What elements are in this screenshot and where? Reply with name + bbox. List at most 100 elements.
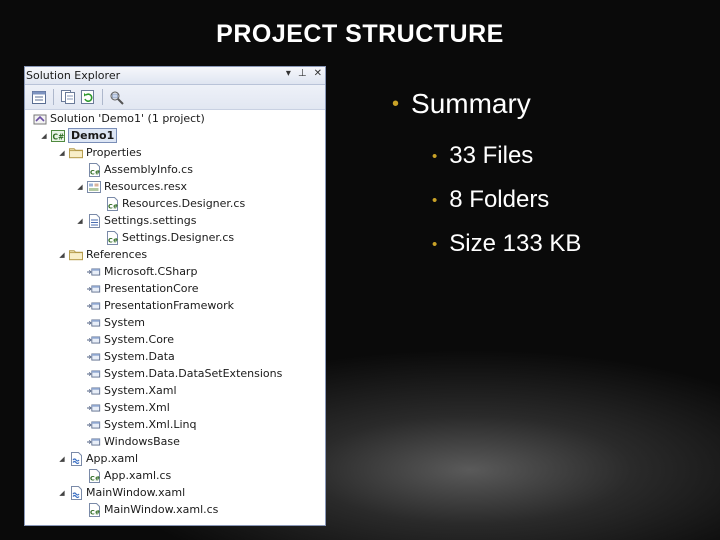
svg-text:C#: C# [108,236,118,244]
summary-item-size: • Size 133 KB [432,230,581,258]
reference-icon [87,299,101,313]
folder-icon [69,248,83,262]
expand-collapse-icon[interactable]: ◢ [57,455,67,463]
expand-collapse-icon[interactable]: ◢ [57,149,67,157]
tree-item[interactable]: C# MainWindow.xaml.cs [25,501,325,518]
tree-item-label: MainWindow.xaml [86,486,186,499]
tree-item-label: System.Xml [104,401,170,414]
cs-file-icon: C# [87,162,101,177]
tree-item[interactable]: WindowsBase [25,433,325,450]
close-icon[interactable]: ✕ [314,68,322,79]
tree-item-label: Settings.settings [104,214,197,227]
tree-item-label: Demo1 [68,128,118,143]
expand-collapse-icon[interactable]: ◢ [75,217,85,225]
tree-item[interactable]: System.Xaml [25,382,325,399]
expand-collapse-icon[interactable]: ◢ [39,132,49,140]
summary-item-folders: • 8 Folders [432,186,581,214]
summary-item-text: Size 133 KB [449,230,582,257]
reference-icon [87,401,101,415]
expand-collapse-icon[interactable]: ◢ [57,489,67,497]
tree-item-label: Resources.Designer.cs [122,197,246,210]
tree-item[interactable]: ◢ References [25,246,325,263]
tree-item[interactable]: C# Resources.Designer.cs [25,195,325,212]
slide-title: PROJECT STRUCTURE [0,20,720,49]
refresh-icon[interactable] [80,89,96,105]
summary-list: • Summary • 33 Files • 8 Folders • Size … [392,88,581,258]
pin-icon[interactable]: ⊥ [298,68,307,79]
toolbar-separator [102,89,103,105]
solution-tree: Solution 'Demo1' (1 project) ◢ C# Demo1 ◢ Pro… [25,110,325,518]
svg-text:C#: C# [90,168,100,176]
tree-item-label: System [104,316,146,329]
summary-item-files: • 33 Files [432,142,581,170]
tree-item[interactable]: System.Core [25,331,325,348]
tree-item-label: PresentationFramework [104,299,234,312]
tree-item[interactable]: Microsoft.CSharp [25,263,325,280]
properties-icon[interactable] [31,89,47,105]
tree-item[interactable]: ◢ Properties [25,144,325,161]
settings-file-icon [87,213,101,228]
xaml-file-icon [69,451,83,466]
cs-file-icon: C# [105,196,119,211]
tree-item-label: Properties [86,146,142,159]
tree-item[interactable]: Solution 'Demo1' (1 project) [25,110,325,127]
bullet-icon: • [432,235,438,253]
tree-item-label: Solution 'Demo1' (1 project) [50,112,205,125]
solution-explorer-panel: Solution Explorer ▾ ⊥ ✕ Solution 'Demo1'… [24,66,326,526]
reference-icon [87,367,101,381]
reference-icon [87,333,101,347]
tree-item[interactable]: ◢ Settings.settings [25,212,325,229]
summary-heading: • Summary [392,88,581,120]
tree-item[interactable]: System [25,314,325,331]
tree-item-label: App.xaml.cs [104,469,172,482]
expand-collapse-icon[interactable]: ◢ [57,251,67,259]
svg-text:C#: C# [90,474,100,482]
reference-icon [87,435,101,449]
tree-item[interactable]: System.Data [25,348,325,365]
csharp-project-icon: C# [51,129,65,143]
tree-item[interactable]: C# Settings.Designer.cs [25,229,325,246]
tree-item[interactable]: PresentationFramework [25,297,325,314]
xaml-file-icon [69,485,83,500]
tree-item-label: System.Data.DataSetExtensions [104,367,283,380]
reference-icon [87,282,101,296]
tree-item-label: Resources.resx [104,180,187,193]
expand-collapse-icon[interactable]: ◢ [75,183,85,191]
tree-item[interactable]: ◢ C# Demo1 [25,127,325,144]
dropdown-icon[interactable]: ▾ [286,68,291,79]
tree-item-label: System.Xaml [104,384,177,397]
bullet-icon: • [432,147,438,165]
tree-item-label: AssemblyInfo.cs [104,163,193,176]
bullet-icon: • [392,92,400,115]
tree-item[interactable]: System.Xml.Linq [25,416,325,433]
cs-file-icon: C# [87,502,101,517]
tree-item[interactable]: System.Data.DataSetExtensions [25,365,325,382]
cs-file-icon: C# [105,230,119,245]
tree-item-label: WindowsBase [104,435,180,448]
slide-title-text: PROJECT STRUCTURE [216,20,504,48]
summary-item-text: 8 Folders [449,186,550,213]
tree-item[interactable]: ◢ Resources.resx [25,178,325,195]
solution-explorer-titlebar[interactable]: Solution Explorer ▾ ⊥ ✕ [25,67,325,85]
svg-text:C#: C# [90,508,100,516]
tree-item[interactable]: C# App.xaml.cs [25,467,325,484]
svg-text:C#: C# [108,202,118,210]
tree-item-label: System.Core [104,333,174,346]
solution-explorer-title: Solution Explorer [26,69,121,82]
svg-text:C#: C# [53,132,65,141]
tree-item[interactable]: ◢ App.xaml [25,450,325,467]
show-all-files-icon[interactable] [60,89,76,105]
tree-item[interactable]: ◢ MainWindow.xaml [25,484,325,501]
view-class-diagram-icon[interactable] [109,89,125,105]
tree-item[interactable]: System.Xml [25,399,325,416]
reference-icon [87,384,101,398]
tree-item-label: PresentationCore [104,282,199,295]
tree-item[interactable]: PresentationCore [25,280,325,297]
reference-icon [87,350,101,364]
tree-item[interactable]: C# AssemblyInfo.cs [25,161,325,178]
reference-icon [87,316,101,330]
cs-file-icon: C# [87,468,101,483]
solution-explorer-toolbar [25,85,325,110]
summary-heading-text: Summary [411,88,531,119]
bullet-icon: • [432,191,438,209]
